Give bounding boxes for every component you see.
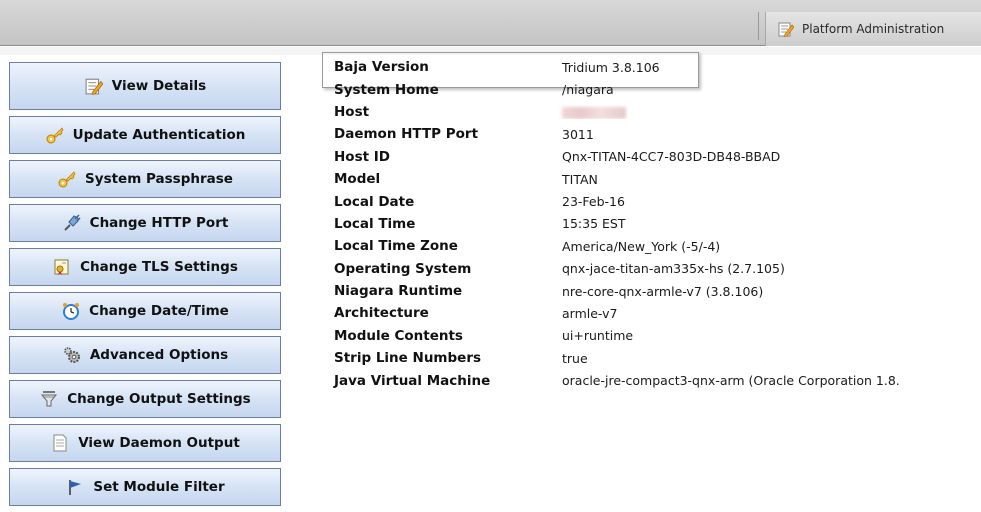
table-row: Baja Version Tridium 3.8.106 bbox=[322, 56, 981, 78]
certificate-icon bbox=[52, 257, 72, 277]
change-date-time-label: Change Date/Time bbox=[89, 303, 229, 319]
property-value: 3011 bbox=[562, 126, 594, 142]
set-module-filter-label: Set Module Filter bbox=[93, 479, 225, 495]
property-key: System Home bbox=[334, 81, 439, 98]
set-module-filter-button[interactable]: Set Module Filter bbox=[9, 468, 281, 506]
property-value: Qnx-TITAN-4CC7-803D-DB48-BBAD bbox=[562, 149, 781, 165]
table-row: Architecture armle-v7 bbox=[322, 302, 981, 324]
view-daemon-output-button[interactable]: View Daemon Output bbox=[9, 424, 281, 462]
edit-icon bbox=[84, 76, 104, 96]
table-row: Local Date 23-Feb-16 bbox=[322, 190, 981, 212]
table-row: Strip Line Numbers true bbox=[322, 347, 981, 369]
plug-icon bbox=[62, 213, 82, 233]
change-output-settings-button[interactable]: Change Output Settings bbox=[9, 380, 281, 418]
platform-administration-label: Platform Administration bbox=[802, 22, 945, 36]
property-key: Module Contents bbox=[334, 327, 463, 344]
property-value: America/New_York (-5/-4) bbox=[562, 238, 721, 254]
system-passphrase-button[interactable]: System Passphrase bbox=[9, 160, 281, 198]
left-nav: View Details Update Authentication Syste… bbox=[9, 62, 281, 512]
property-value: true bbox=[562, 350, 588, 366]
table-row: System Home /niagara bbox=[322, 78, 981, 100]
property-key: Host bbox=[334, 103, 370, 120]
update-authentication-label: Update Authentication bbox=[72, 127, 246, 143]
flag-icon bbox=[65, 477, 85, 497]
table-row: Host ID Qnx-TITAN-4CC7-803D-DB48-BBAD bbox=[322, 146, 981, 168]
property-key: Java Virtual Machine bbox=[334, 372, 491, 389]
view-details-button[interactable]: View Details bbox=[9, 62, 281, 110]
key-icon bbox=[45, 125, 65, 145]
property-key: Niagara Runtime bbox=[334, 283, 463, 300]
advanced-options-button[interactable]: Advanced Options bbox=[9, 336, 281, 374]
gears-icon bbox=[62, 345, 82, 365]
change-date-time-button[interactable]: Change Date/Time bbox=[9, 292, 281, 330]
property-key: Operating System bbox=[334, 260, 472, 277]
platform-administration-tab[interactable]: Platform Administration bbox=[765, 12, 981, 46]
property-key: Model bbox=[334, 171, 381, 188]
property-key: Local Time bbox=[334, 215, 416, 232]
property-value: 23-Feb-16 bbox=[562, 194, 625, 210]
property-value: qnx-jace-titan-am335x-hs (2.7.105) bbox=[562, 261, 785, 277]
edit-icon bbox=[776, 19, 796, 39]
property-key: Host ID bbox=[334, 148, 390, 165]
property-key: Local Date bbox=[334, 193, 415, 210]
update-authentication-button[interactable]: Update Authentication bbox=[9, 116, 281, 154]
clock-icon bbox=[61, 301, 81, 321]
table-row: Host bbox=[322, 101, 981, 123]
table-row: Local Time 15:35 EST bbox=[322, 213, 981, 235]
change-http-port-label: Change HTTP Port bbox=[89, 215, 229, 231]
change-tls-settings-label: Change TLS Settings bbox=[80, 259, 238, 275]
view-daemon-output-label: View Daemon Output bbox=[78, 435, 240, 451]
redacted-host-value bbox=[562, 106, 626, 119]
table-row: Module Contents ui+runtime bbox=[322, 325, 981, 347]
property-value-redacted bbox=[552, 104, 981, 119]
toolbar-gap bbox=[0, 47, 981, 55]
change-output-settings-label: Change Output Settings bbox=[67, 391, 251, 407]
view-details-label: View Details bbox=[111, 78, 207, 94]
key-icon bbox=[57, 169, 77, 189]
top-toolbar: Platform Administration bbox=[0, 0, 981, 46]
table-row: Local Time Zone America/New_York (-5/-4) bbox=[322, 235, 981, 257]
property-key: Baja Version bbox=[334, 59, 429, 76]
table-row: Java Virtual Machine oracle-jre-compact3… bbox=[322, 369, 981, 391]
property-key: Daemon HTTP Port bbox=[334, 126, 479, 143]
table-row: Daemon HTTP Port 3011 bbox=[322, 123, 981, 145]
property-value: /niagara bbox=[562, 82, 614, 98]
property-value: armle-v7 bbox=[562, 305, 618, 321]
property-value: nre-core-qnx-armle-v7 (3.8.106) bbox=[562, 283, 764, 299]
advanced-options-label: Advanced Options bbox=[89, 347, 229, 363]
change-tls-settings-button[interactable]: Change TLS Settings bbox=[9, 248, 281, 286]
change-http-port-button[interactable]: Change HTTP Port bbox=[9, 204, 281, 242]
table-row: Operating System qnx-jace-titan-am335x-h… bbox=[322, 258, 981, 280]
table-row: Model TITAN bbox=[322, 168, 981, 190]
document-icon bbox=[50, 433, 70, 453]
table-row: Niagara Runtime nre-core-qnx-armle-v7 (3… bbox=[322, 280, 981, 302]
properties-table: Baja Version Tridium 3.8.106 System Home… bbox=[322, 56, 981, 392]
filter-icon bbox=[39, 389, 59, 409]
property-value: Tridium 3.8.106 bbox=[562, 59, 660, 75]
system-passphrase-label: System Passphrase bbox=[85, 171, 233, 187]
property-value: oracle-jre-compact3-qnx-arm (Oracle Corp… bbox=[562, 373, 900, 389]
property-key: Architecture bbox=[334, 305, 429, 322]
property-value: ui+runtime bbox=[562, 328, 634, 344]
property-key: Strip Line Numbers bbox=[334, 350, 482, 367]
toolbar-separator bbox=[758, 12, 759, 40]
property-key: Local Time Zone bbox=[334, 238, 458, 255]
property-value: TITAN bbox=[562, 171, 598, 187]
property-value: 15:35 EST bbox=[562, 216, 626, 232]
